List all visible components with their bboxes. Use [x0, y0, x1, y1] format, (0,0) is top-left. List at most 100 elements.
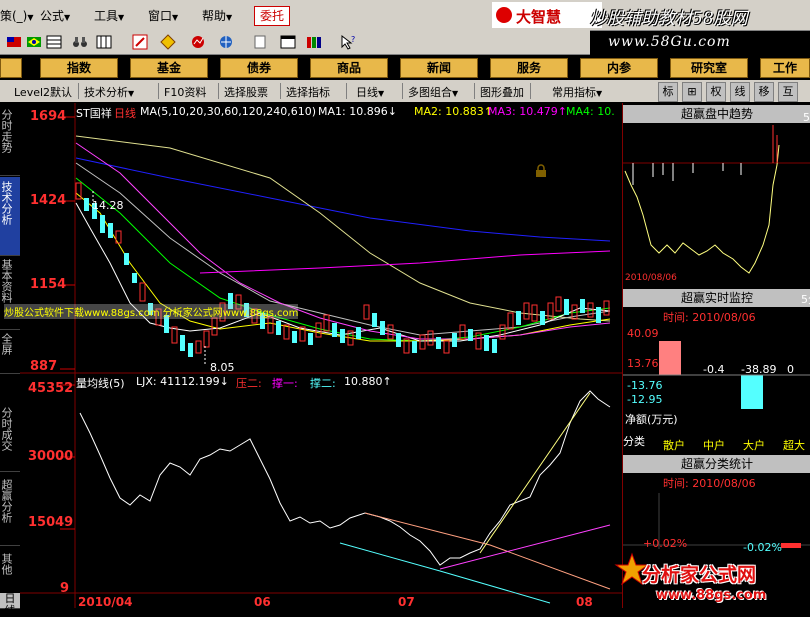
tab-super-analysis[interactable]: 超赢分析	[0, 475, 20, 546]
stock-name: ST国祥	[76, 107, 112, 120]
candle	[340, 329, 345, 343]
document-icon[interactable]	[252, 34, 268, 50]
move-button[interactable]: 移	[754, 82, 774, 102]
category-fund[interactable]: 基金	[130, 58, 208, 78]
tab-technical-analysis[interactable]: 技术分析	[0, 177, 20, 256]
brazil-flag-icon[interactable]	[26, 34, 42, 50]
tab-fullscreen[interactable]: 全屏	[0, 329, 20, 374]
buy-icon[interactable]	[132, 34, 148, 50]
candle	[427, 330, 434, 346]
tech-analysis-button[interactable]: 技术分析▼	[84, 84, 134, 100]
candle	[452, 333, 457, 347]
category-insider[interactable]: 内参	[580, 58, 658, 78]
diamond-icon[interactable]	[160, 34, 176, 50]
category-service[interactable]: 服务	[490, 58, 568, 78]
ma3-value: MA3: 10.479↑	[488, 105, 567, 118]
tab-daily[interactable]: 日线	[0, 593, 20, 617]
watermark-url: www.58Gu.com	[608, 34, 731, 50]
candle	[484, 335, 489, 351]
candle	[596, 307, 601, 323]
watermark-top: 炒股辅助教材58股网	[590, 9, 748, 29]
trend-chart	[623, 125, 810, 274]
select-indicator-button[interactable]: 选择指标	[286, 84, 330, 100]
ma-line-blue	[75, 157, 611, 242]
low-price-label: 8.05	[210, 361, 235, 374]
stat-time: 时间: 2010/08/06	[663, 477, 756, 490]
menu-window[interactable]: 窗口▼	[148, 7, 178, 24]
class-large[interactable]: 大户	[743, 437, 765, 453]
candle	[211, 317, 218, 336]
brand-icon	[496, 7, 512, 23]
category-commodity[interactable]: 商品	[310, 58, 388, 78]
binoculars-icon[interactable]	[72, 34, 88, 50]
kline-chart[interactable]	[20, 103, 622, 608]
category-research[interactable]: 研究室	[670, 58, 748, 78]
overlay-button[interactable]: 图形叠加	[480, 84, 524, 100]
multi-chart-button[interactable]: 多图组合▼	[408, 84, 458, 100]
window-icon[interactable]	[280, 34, 296, 50]
candle	[396, 333, 401, 347]
select-stock-button[interactable]: 选择股票	[224, 84, 268, 100]
price-axis-label: 1694	[30, 109, 67, 124]
tab-other[interactable]: 其他	[0, 549, 20, 594]
chart-icon[interactable]	[190, 34, 206, 50]
category-bar: 指数 基金 债券 商品 新闻 服务 内参 研究室 工作	[0, 56, 810, 78]
price-axis-label: 1154	[30, 277, 67, 292]
help-pointer-icon[interactable]: ?	[340, 34, 356, 50]
left-vertical-tabs: 分时走势 技术分析 基本资料 全屏 分时成交 超赢分析 其他 日线	[0, 103, 20, 617]
candle	[323, 314, 330, 332]
class-super[interactable]: 超大	[783, 437, 805, 453]
bottom-watermark: 分析家公式网 www.88gs.com	[600, 548, 810, 608]
menu-help[interactable]: 帮助▼	[202, 7, 232, 24]
menu-formula[interactable]: 公式▼	[40, 7, 70, 24]
candle	[315, 322, 322, 338]
category-index[interactable]: 指数	[40, 58, 118, 78]
chart-area: 1694 1424 1154 887 ST国祥 日线 MA(5,10,20,30…	[4, 103, 622, 609]
stat-panel-title[interactable]: 超赢分类统计	[623, 455, 810, 473]
candle	[555, 296, 562, 312]
candle	[443, 340, 450, 354]
trade-button[interactable]: 委托	[254, 6, 290, 26]
candle	[516, 311, 521, 325]
rights-button[interactable]: 权	[706, 82, 726, 102]
vol-axis-label: 15049	[28, 515, 74, 530]
line-button[interactable]: 线	[730, 82, 750, 102]
candle	[308, 333, 313, 345]
ma2-value: MA2: 10.883↑	[414, 105, 493, 118]
trend-panel-title[interactable]: 超赢盘中趋势	[623, 105, 810, 123]
candle	[180, 335, 185, 351]
candle	[540, 311, 545, 325]
category-bond[interactable]: 债券	[220, 58, 298, 78]
f10-data-button[interactable]: F10资料	[164, 84, 206, 100]
candle	[203, 330, 210, 348]
ma-line-purple	[199, 250, 611, 274]
tab-intraday-trades[interactable]: 分时成交	[0, 403, 20, 472]
monitor-panel-title[interactable]: 超赢实时监控	[623, 289, 810, 307]
class-retail[interactable]: 散户	[663, 437, 685, 453]
brand-name: 大智慧	[516, 8, 562, 26]
daily-line-button[interactable]: 日线▼	[356, 84, 384, 100]
menu-strategy[interactable]: 策(_)▼	[0, 7, 34, 24]
mark-button[interactable]: 标	[658, 82, 678, 102]
interact-button[interactable]: 互	[778, 82, 798, 102]
category-work[interactable]: 工作	[760, 58, 810, 78]
flag-icon[interactable]	[6, 34, 22, 50]
monitor-value: 40.09	[627, 327, 659, 340]
side-marker: 5	[803, 111, 810, 124]
common-indicator-button[interactable]: 常用指标▼	[552, 84, 602, 100]
vol-ljx: LJX: 41112.199↓	[136, 375, 229, 388]
globe-icon[interactable]	[218, 34, 234, 50]
tab-intraday[interactable]: 分时走势	[0, 105, 20, 176]
grid-toggle-button[interactable]: ⊞	[682, 82, 702, 102]
menu-tools[interactable]: 工具▼	[94, 7, 124, 24]
price-axis-label: 1424	[30, 193, 67, 208]
grid-icon[interactable]	[96, 34, 112, 50]
grid-icon[interactable]	[46, 34, 62, 50]
level2-default-button[interactable]: Level2默认	[14, 84, 72, 100]
class-medium[interactable]: 中户	[703, 437, 725, 453]
resistance-line-magenta	[439, 524, 611, 570]
category-news[interactable]: 新闻	[400, 58, 478, 78]
candle	[523, 302, 530, 320]
ma-line-khaki	[75, 135, 611, 322]
book-icon[interactable]	[306, 34, 322, 50]
